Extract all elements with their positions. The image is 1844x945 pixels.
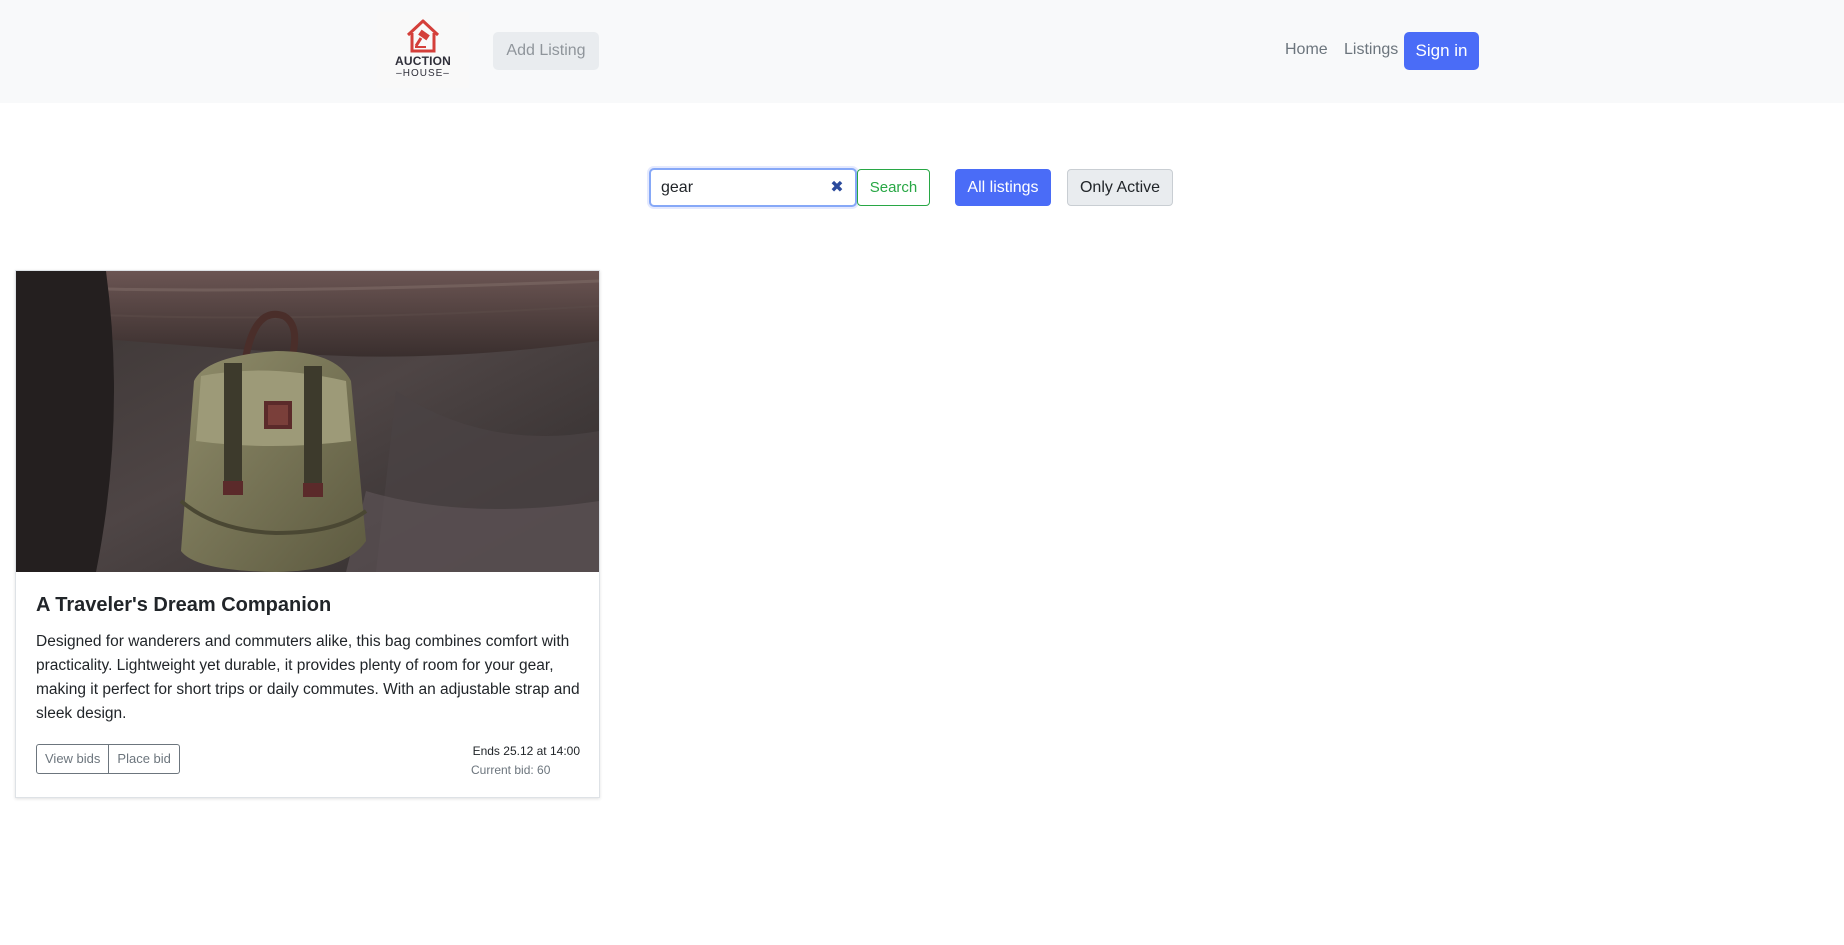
place-bid-button[interactable]: Place bid <box>109 744 180 774</box>
listing-card: A Traveler's Dream Companion Designed fo… <box>15 270 600 798</box>
logo[interactable]: AUCTION –HOUSE– <box>377 12 469 88</box>
clear-search-icon[interactable]: ✖ <box>829 178 845 198</box>
search-button[interactable]: Search <box>857 169 930 206</box>
nav-home-link[interactable]: Home <box>1285 41 1328 59</box>
listing-title[interactable]: A Traveler's Dream Companion <box>36 594 331 617</box>
navbar: AUCTION –HOUSE– Add Listing Home Listing… <box>0 0 1844 103</box>
logo-text: AUCTION <box>394 54 452 68</box>
view-bids-button[interactable]: View bids <box>36 744 110 774</box>
sign-in-button[interactable]: Sign in <box>1404 32 1479 70</box>
listing-end-time: Ends 25.12 at 14:00 <box>472 744 580 758</box>
add-listing-button[interactable]: Add Listing <box>493 32 599 70</box>
logo-subtext: –HOUSE– <box>396 68 450 79</box>
house-gavel-icon <box>406 19 440 53</box>
search-box: ✖ <box>649 168 857 207</box>
search-input[interactable] <box>661 178 821 198</box>
listing-actions: View bids Place bid <box>36 744 180 774</box>
nav-listings-link[interactable]: Listings <box>1344 41 1398 59</box>
all-listings-button[interactable]: All listings <box>955 169 1051 206</box>
listing-description: Designed for wanderers and commuters ali… <box>36 633 580 722</box>
listing-current-bid: Current bid: 60 <box>471 763 551 777</box>
backpack-photo-icon <box>16 271 599 572</box>
only-active-button[interactable]: Only Active <box>1067 169 1173 206</box>
listing-image <box>16 271 599 572</box>
